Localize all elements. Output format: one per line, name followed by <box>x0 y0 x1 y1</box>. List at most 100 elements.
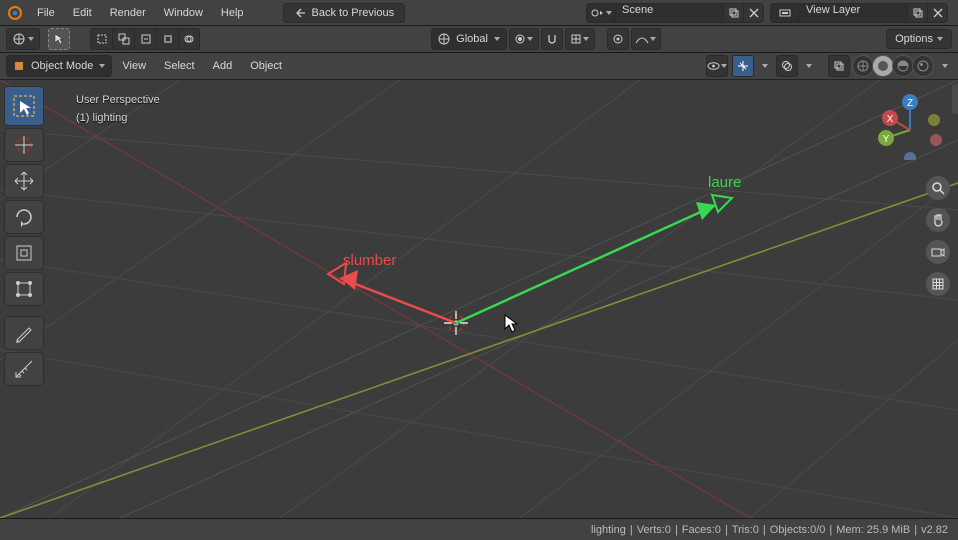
annotate-icon <box>13 322 35 344</box>
wire-icon <box>857 60 869 72</box>
header-toolbar: Global Options <box>0 26 958 53</box>
mode-dropdown[interactable]: Object Mode <box>6 55 112 77</box>
viewlayer-name-input[interactable]: View Layer <box>800 3 908 23</box>
axis-nav-gizmo[interactable]: Z Y X <box>872 88 944 160</box>
gizmo-dropdown[interactable] <box>758 55 772 77</box>
orientation-dropdown[interactable]: Global <box>431 28 507 50</box>
viewport-3d[interactable]: laure slumber User Perspective (1) light… <box>0 80 958 518</box>
xray-icon <box>833 60 845 72</box>
scene-name-input[interactable]: Scene <box>616 3 724 23</box>
matprev-icon <box>897 60 909 72</box>
gizmo-icon <box>737 60 749 72</box>
context-label: (1) lighting <box>76 110 160 128</box>
viewport-header-right <box>706 55 952 77</box>
tool-scale[interactable] <box>4 236 44 270</box>
tool-transform[interactable] <box>4 272 44 306</box>
select-sub-button[interactable] <box>134 28 156 50</box>
chevron-down-icon <box>942 64 948 68</box>
rotate-icon <box>13 206 35 228</box>
select-all-button[interactable] <box>90 28 112 50</box>
visibility-dropdown[interactable] <box>706 55 728 77</box>
scene-browse-button[interactable] <box>586 3 616 23</box>
chevron-down-icon <box>650 37 656 41</box>
chevron-down-icon <box>762 64 768 68</box>
options-button[interactable]: Options <box>886 29 952 49</box>
viewlayer-browse-button[interactable] <box>770 3 800 23</box>
options-label: Options <box>895 33 933 45</box>
status-faces: Faces:0 <box>682 524 721 536</box>
back-to-previous-button[interactable]: Back to Previous <box>283 3 406 23</box>
svg-text:Y: Y <box>883 134 890 145</box>
add-menu[interactable]: Add <box>205 60 241 72</box>
snap-toggle[interactable] <box>541 28 563 50</box>
perspective-label: User Perspective <box>76 92 160 110</box>
blender-logo-icon[interactable] <box>6 4 24 22</box>
chevron-down-icon <box>606 11 612 15</box>
gizmo-toggle[interactable] <box>732 55 754 77</box>
tool-move[interactable] <box>4 164 44 198</box>
scale-icon <box>13 242 35 264</box>
perspective-button[interactable] <box>926 272 950 296</box>
select-menu[interactable]: Select <box>156 60 203 72</box>
select-extend-icon <box>118 33 130 45</box>
shading-solid[interactable] <box>872 55 894 77</box>
prop-edit-dropdown[interactable] <box>631 28 661 50</box>
select-invert-button[interactable] <box>156 28 178 50</box>
object-menu[interactable]: Object <box>242 60 290 72</box>
shading-rendered[interactable] <box>912 55 934 77</box>
status-bar: lighting| Verts:0| Faces:0| Tris:0| Obje… <box>0 518 958 540</box>
select-intersect-button[interactable] <box>178 28 200 50</box>
menu-render[interactable]: Render <box>101 0 155 25</box>
xray-toggle[interactable] <box>828 55 850 77</box>
select-tool-button[interactable] <box>48 28 70 50</box>
delete-scene-button[interactable] <box>744 3 764 23</box>
zoom-button[interactable] <box>926 176 950 200</box>
shading-wireframe[interactable] <box>852 55 874 77</box>
close-icon <box>933 8 943 18</box>
overlay-dropdown[interactable] <box>802 55 816 77</box>
svg-text:X: X <box>887 114 894 125</box>
tool-cursor[interactable] <box>4 128 44 162</box>
propedit-icon <box>612 33 624 45</box>
cursor3d-icon <box>13 134 35 156</box>
overlay-toggle[interactable] <box>776 55 798 77</box>
chevron-down-icon <box>28 37 34 41</box>
menu-edit[interactable]: Edit <box>64 0 101 25</box>
tool-annotate[interactable] <box>4 316 44 350</box>
status-scene: lighting <box>591 524 626 536</box>
select-icon <box>11 93 37 119</box>
editor-type-dropdown[interactable] <box>6 28 40 50</box>
menu-window[interactable]: Window <box>155 0 212 25</box>
select-box-icon <box>96 33 108 45</box>
tool-measure[interactable] <box>4 352 44 386</box>
new-scene-button[interactable] <box>724 3 744 23</box>
close-icon <box>749 8 759 18</box>
rendered-icon <box>917 60 929 72</box>
view-menu[interactable]: View <box>114 60 154 72</box>
menu-file[interactable]: File <box>28 0 64 25</box>
solid-icon <box>877 60 889 72</box>
pivot-dropdown[interactable] <box>509 28 539 50</box>
x-axis-line <box>0 80 750 518</box>
snap-dropdown[interactable] <box>565 28 595 50</box>
shading-matprev[interactable] <box>892 55 914 77</box>
menu-help[interactable]: Help <box>212 0 253 25</box>
select-inv-icon <box>162 33 174 45</box>
viewport-overlay-text: User Perspective (1) lighting <box>76 92 160 127</box>
tool-select-box[interactable] <box>4 86 44 126</box>
svg-text:Z: Z <box>907 98 913 109</box>
left-toolbar <box>4 86 44 386</box>
new-viewlayer-button[interactable] <box>908 3 928 23</box>
mouse-pointer-icon <box>504 314 518 334</box>
camera-view-button[interactable] <box>926 240 950 264</box>
select-extend-button[interactable] <box>112 28 134 50</box>
prop-edit-toggle[interactable] <box>607 28 629 50</box>
sidebar-expand-handle[interactable] <box>952 84 958 114</box>
shading-dropdown[interactable] <box>938 55 952 77</box>
pivot-icon <box>514 33 526 45</box>
shading-mode-group <box>854 55 934 77</box>
tool-rotate[interactable] <box>4 200 44 234</box>
delete-viewlayer-button[interactable] <box>928 3 948 23</box>
pan-button[interactable] <box>926 208 950 232</box>
cursor-icon <box>52 32 66 46</box>
